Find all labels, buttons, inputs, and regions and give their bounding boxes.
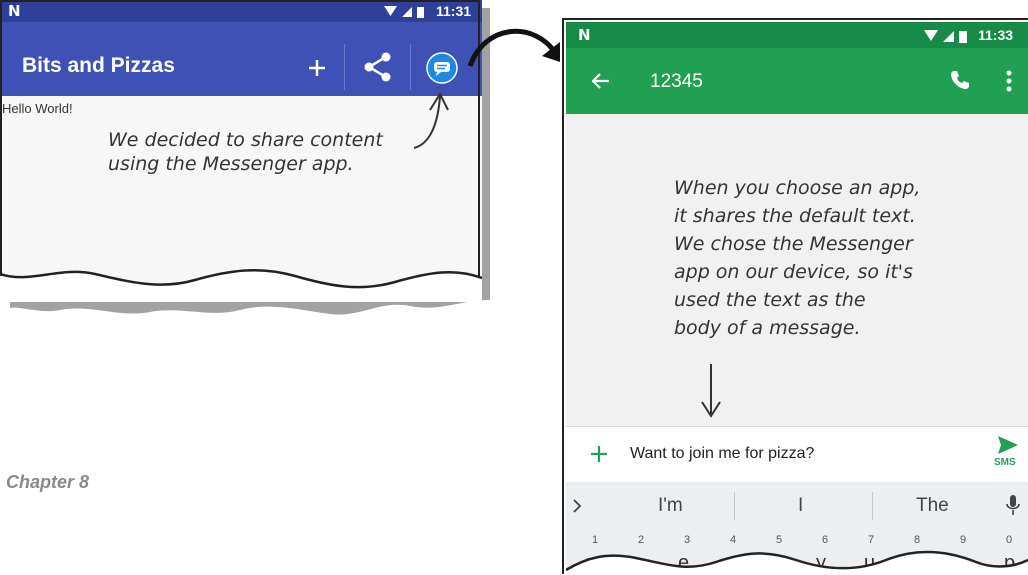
message-composer: Want to join me for pizza? SMS <box>566 426 1028 483</box>
suggestion-word[interactable]: I'm <box>658 495 683 517</box>
suggestion-word[interactable]: I <box>798 495 803 517</box>
back-arrow-icon[interactable] <box>592 73 610 89</box>
divider <box>344 44 345 90</box>
status-time: 11:33 <box>978 27 1014 43</box>
annotation-line: body of a message. <box>674 317 861 339</box>
conversation-title: 12345 <box>650 71 703 92</box>
key-number: 2 <box>638 534 645 546</box>
torn-edge <box>566 550 1028 574</box>
annotation-line: We chose the Messenger <box>674 233 913 255</box>
annotation: We decided to share content using the Me… <box>108 128 383 176</box>
key-number: 8 <box>914 534 921 546</box>
share-icon[interactable] <box>364 52 392 82</box>
send-button[interactable]: SMS <box>992 435 1022 475</box>
key-number: 9 <box>960 534 967 546</box>
key-number: 6 <box>822 534 829 546</box>
phone-bits-and-pizzas: N 11:31 Bits and Pizzas Hello World! We … <box>0 0 490 315</box>
signal-icons <box>384 6 424 18</box>
conversation-body: When you choose an app, it shares the de… <box>566 114 1028 426</box>
suggestion-word[interactable]: The <box>916 495 949 517</box>
microphone-icon[interactable] <box>1006 494 1020 516</box>
keyboard: 1 2 3 4 5 6 7 8 9 0 q w e r t y u i o p <box>566 530 1028 574</box>
annotation: When you choose an app, it shares the de… <box>674 174 920 342</box>
transition-arrow <box>467 29 560 67</box>
hello-text: Hello World! <box>2 101 73 116</box>
suggestion-strip: I'm I The <box>566 482 1028 530</box>
annotation-line: We decided to share content <box>108 129 383 151</box>
torn-edge <box>0 269 482 302</box>
divider <box>734 492 735 520</box>
annotation-arrow <box>413 91 449 149</box>
plus-icon[interactable] <box>590 445 608 463</box>
annotation-line: app on our device, so it's <box>674 261 913 283</box>
key-number: 5 <box>776 534 783 546</box>
app-title: Bits and Pizzas <box>22 54 175 77</box>
message-input[interactable]: Want to join me for pizza? <box>630 445 814 463</box>
annotation-line: When you choose an app, <box>674 177 921 199</box>
annotation-line: using the Messenger app. <box>108 153 354 175</box>
more-vert-icon[interactable] <box>1006 70 1012 92</box>
annotation-line: it shares the default text. <box>674 205 916 227</box>
key-number: 3 <box>684 534 691 546</box>
app-bar: 12345 <box>566 48 1028 114</box>
status-bar: N 11:31 <box>0 0 482 22</box>
send-label: SMS <box>994 457 1016 468</box>
signal-icons <box>924 30 967 43</box>
key-number: 4 <box>730 534 737 546</box>
n-logo: N <box>578 26 591 44</box>
n-logo: N <box>8 2 21 20</box>
phone-icon[interactable] <box>950 70 970 90</box>
annotation-arrow <box>701 364 721 418</box>
key-number: 0 <box>1006 534 1013 546</box>
status-bar: N 11:33 <box>566 22 1028 48</box>
messenger-icon[interactable] <box>426 52 458 84</box>
status-time: 11:31 <box>436 3 472 19</box>
key-number: 1 <box>592 534 599 546</box>
send-icon <box>998 436 1018 454</box>
chevron-right-icon[interactable] <box>572 498 582 514</box>
divider <box>872 492 873 520</box>
chapter-label: Chapter 8 <box>6 472 90 492</box>
annotation-line: used the text as the <box>674 289 866 311</box>
key-number: 7 <box>868 534 875 546</box>
plus-icon[interactable] <box>308 59 326 77</box>
